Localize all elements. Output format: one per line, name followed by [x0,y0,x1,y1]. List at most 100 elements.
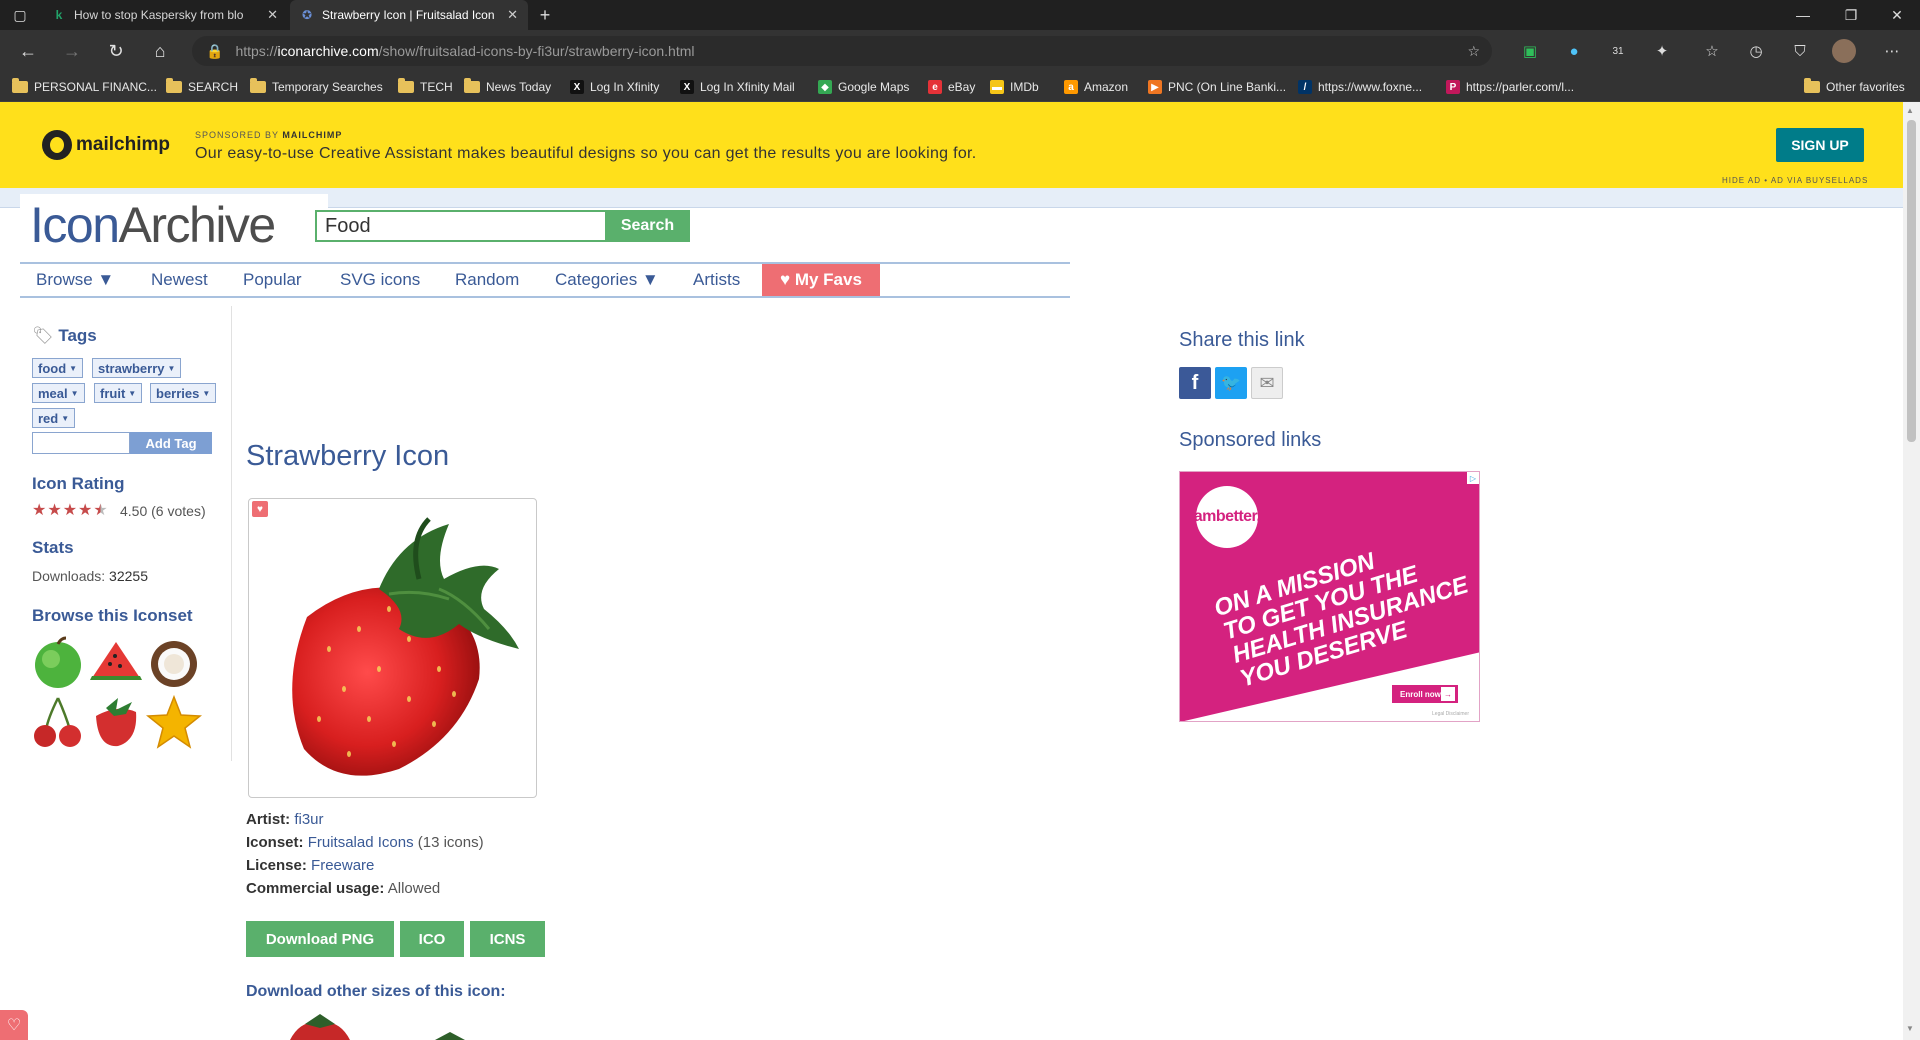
pnc-icon: ▶ [1148,80,1162,94]
add-favorite-heart-icon[interactable]: ♥ [252,501,268,517]
nav-categories[interactable]: Categories ▼ [555,264,659,296]
add-tag-input[interactable] [32,432,130,454]
favorites-icon[interactable]: ☆ [1700,39,1724,63]
search-input[interactable]: Food [315,210,605,242]
starfruit-icon[interactable] [146,694,202,750]
tab-actions-icon[interactable]: ▢ [0,0,40,30]
extension-green-icon[interactable]: ▣ [1518,39,1542,63]
bookmark-item[interactable]: ◆ Google Maps [818,77,909,97]
license-link[interactable]: Freeware [311,857,374,874]
close-tab-icon[interactable]: ✕ [267,7,278,23]
nav-random[interactable]: Random [455,264,519,296]
twitter-icon[interactable]: 🐦 [1215,367,1247,399]
nav-artists[interactable]: Artists [693,264,740,296]
add-tag-button[interactable]: Add Tag [130,432,212,454]
history-icon[interactable]: ◷ [1744,39,1768,63]
strawberry-size-thumb-icon[interactable] [420,1030,480,1040]
signup-button[interactable]: SIGN UP [1776,128,1864,162]
bookmark-item[interactable]: SEARCH [166,77,238,97]
bookmark-label: PNC (On Line Banki... [1168,80,1287,94]
tag-icon: 🏷 [32,326,54,345]
ad-choices-icon[interactable]: ▷ [1467,472,1479,484]
iconarchive-logo[interactable]: IconArchive [30,196,276,254]
bookmark-item[interactable]: a Amazon [1064,77,1128,97]
bookmark-item[interactable]: / https://www.foxne... [1298,77,1422,97]
bookmark-label: PERSONAL FINANC... [34,80,157,94]
scrollbar-thumb[interactable] [1907,120,1916,442]
bookmark-item[interactable]: X Log In Xfinity Mail [680,77,795,97]
address-bar[interactable]: 🔒 https://iconarchive.com/show/fruitsala… [192,36,1492,66]
vertical-scrollbar[interactable]: ▲ ▼ [1903,102,1920,1040]
cherry-icon[interactable] [30,694,86,750]
bookmark-item[interactable]: ▶ PNC (On Line Banki... [1148,77,1286,97]
nav-svg-icons[interactable]: SVG icons [340,264,420,296]
browser-toolbar: ← → ↻ ⌂ 🔒 https://iconarchive.com/show/f… [0,30,1920,72]
extension-badge-icon[interactable]: 31 [1606,39,1630,63]
ambetter-logo: ambetter. [1194,486,1261,548]
minimize-icon[interactable]: — [1780,0,1826,30]
new-tab-button[interactable]: + [530,0,560,30]
bookmark-item[interactable]: Phttps://parler.com/l... [1446,77,1574,97]
other-favorites[interactable]: Other favorites [1804,77,1905,97]
home-icon[interactable]: ⌂ [146,38,174,64]
coconut-icon[interactable] [146,634,202,690]
bookmark-item[interactable]: Temporary Searches [250,77,383,97]
legal-disclaimer-link[interactable]: Legal Disclaimer [1432,711,1469,717]
tag-strawberry[interactable]: strawberry ▼ [92,358,182,378]
scroll-down-icon[interactable]: ▼ [1906,1024,1914,1033]
bookmark-item[interactable]: ▬ IMDb [990,77,1039,97]
bookmark-item[interactable]: X Log In Xfinity [570,77,659,97]
bookmark-item[interactable]: TECH [398,77,453,97]
icon-preview[interactable] [248,498,537,798]
tag-berries[interactable]: berries ▼ [150,383,217,403]
email-icon[interactable]: ✉ [1251,367,1283,399]
apple-icon[interactable] [30,634,86,690]
tag-fruit[interactable]: fruit ▼ [94,383,143,403]
download-png-button[interactable]: Download PNG [246,921,394,957]
tab-kaspersky[interactable]: k How to stop Kaspersky from blo ✕ [42,0,288,30]
download-icns-button[interactable]: ICNS [470,921,545,957]
close-window-icon[interactable]: ✕ [1874,0,1920,30]
tag-food[interactable]: food ▼ [32,358,84,378]
mailchimp-ad-banner[interactable]: mailchimp SPONSORED BY MAILCHIMP Our eas… [0,102,1903,188]
tag-meal[interactable]: meal ▼ [32,383,85,403]
ambetter-ad[interactable]: ▷ ambetter. ON A MISSION TO GET YOU THE … [1179,471,1480,722]
collections-icon[interactable]: ⛉ [1788,39,1812,63]
menu-icon[interactable]: ⋯ [1880,39,1904,63]
nav-popular[interactable]: Popular [243,264,302,296]
refresh-icon[interactable]: ↻ [102,38,130,64]
bookmark-item[interactable]: News Today [464,77,551,97]
nav-my-favs[interactable]: ♥ My Favs [762,264,880,296]
extension-search-icon[interactable]: ● [1562,39,1586,63]
license-line: License: Freeware [246,857,375,874]
add-favorite-icon[interactable]: ☆ [1467,43,1480,60]
bookmark-label: https://www.foxne... [1318,80,1423,94]
strawberry-icon[interactable] [88,694,144,750]
nav-browse[interactable]: Browse ▼ [36,264,114,296]
search-button[interactable]: Search [605,210,690,242]
watermelon-icon[interactable] [88,634,144,690]
scroll-up-icon[interactable]: ▲ [1906,106,1914,115]
rating-stars[interactable]: ★ ★ ★ ★ ★ [32,500,108,520]
download-ico-button[interactable]: ICO [400,921,464,957]
strawberry-size-thumb-icon[interactable] [280,1012,360,1040]
tag-red[interactable]: red ▼ [32,408,76,428]
forward-icon[interactable]: → [58,38,86,64]
tab-strawberry[interactable]: ✪ Strawberry Icon | Fruitsalad Icon ✕ [290,0,528,30]
bookmark-item[interactable]: e eBay [928,77,975,97]
iconset-link[interactable]: Fruitsalad Icons [308,834,414,851]
extensions-icon[interactable]: ✦ [1650,39,1674,63]
artist-link[interactable]: fi3ur [294,811,323,828]
nav-newest[interactable]: Newest [151,264,208,296]
restore-icon[interactable]: ❐ [1828,0,1874,30]
profile-avatar[interactable] [1832,39,1856,63]
caret-icon: ▼ [167,363,176,373]
back-icon[interactable]: ← [14,38,42,64]
enroll-now-button[interactable]: Enroll now → [1392,685,1458,703]
hide-ad-link[interactable]: HIDE AD • AD VIA BUYSELLADS [1722,176,1868,185]
facebook-icon[interactable]: f [1179,367,1211,399]
favorites-corner-heart-icon[interactable]: ♡ [0,1010,28,1040]
close-tab-icon[interactable]: ✕ [507,7,518,23]
foxnews-icon: / [1298,80,1312,94]
bookmark-item[interactable]: PERSONAL FINANC... [12,77,157,97]
